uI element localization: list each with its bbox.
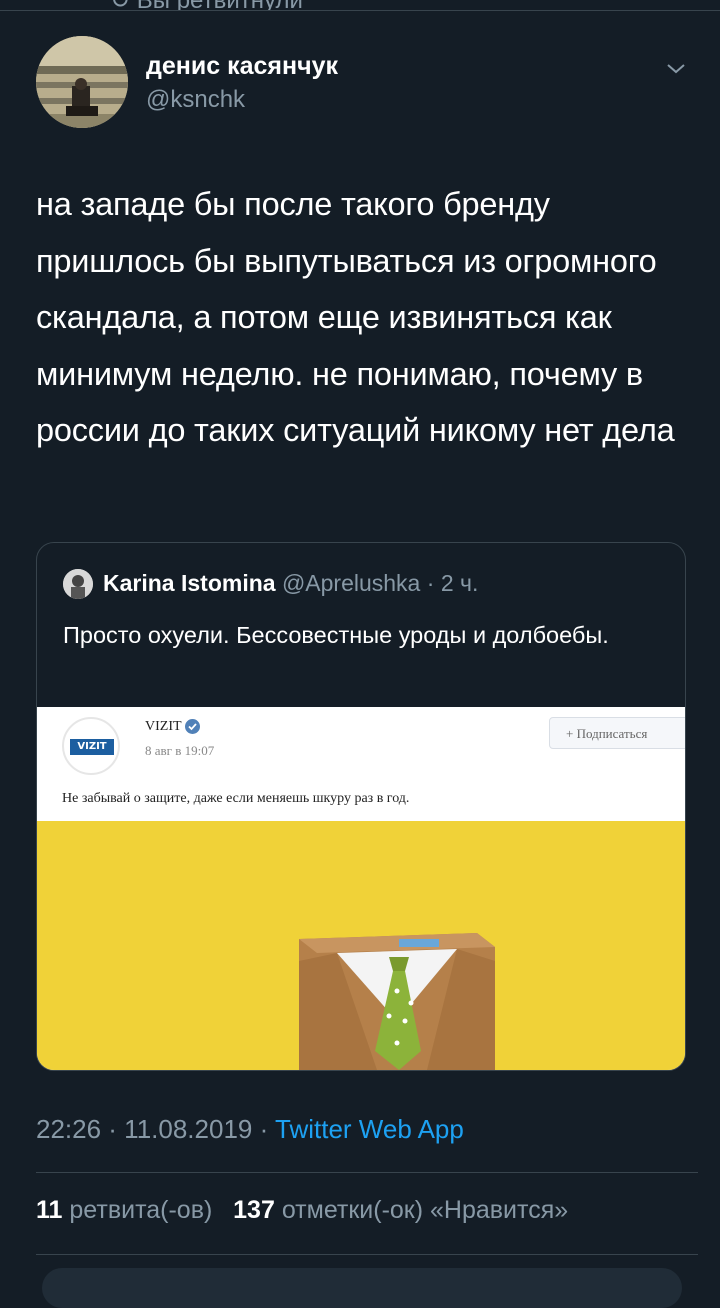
ad-image <box>37 821 685 1070</box>
vk-brand-name: VIZIT <box>145 719 182 734</box>
like-stat[interactable]: 137 отметки(-ок) «Нравится» <box>233 1196 568 1224</box>
divider <box>36 1172 698 1173</box>
likes-label: отметки(-ок) «Нравится» <box>281 1196 569 1224</box>
chevron-down-icon[interactable] <box>664 58 688 78</box>
quoted-media-image[interactable]: VIZIT VIZIT 8 авг в 19:07 + Подписаться … <box>37 707 685 1070</box>
tweet-source-link[interactable]: Twitter Web App <box>275 1114 464 1144</box>
vk-subscribe-button: + Подписаться <box>549 717 685 749</box>
quoted-author-avatar <box>63 569 93 599</box>
vk-post-date: 8 авг в 19:07 <box>145 743 215 758</box>
quoted-author-handle: @Aprelushka <box>281 570 421 596</box>
author-name[interactable]: денис касянчук <box>146 52 338 81</box>
engagement-stats: 11 ретвита(-ов) 137 отметки(-ок) «Нравит… <box>36 1196 568 1225</box>
quoted-tweet[interactable]: Karina Istomina @Aprelushka · 2 ч. Прост… <box>36 542 686 1071</box>
tweet-text: на западе бы после такого бренду пришлос… <box>36 186 675 448</box>
tweet-timestamp[interactable]: 22:26 · 11.08.2019 · <box>36 1114 275 1144</box>
quoted-time: 2 ч. <box>440 570 479 596</box>
verified-check-icon <box>185 719 200 734</box>
vk-post-text: Не забывай о защите, даже если меняешь ш… <box>62 791 410 806</box>
quoted-header: Karina Istomina @Aprelushka · 2 ч. <box>103 570 479 596</box>
vizit-logo: VIZIT <box>62 717 120 775</box>
tweet-meta: 22:26 · 11.08.2019 · Twitter Web App <box>36 1114 464 1145</box>
divider <box>36 1254 698 1255</box>
author-handle[interactable]: @ksnchk <box>146 86 245 114</box>
reply-bar[interactable] <box>42 1268 682 1308</box>
likes-count: 137 <box>233 1196 275 1224</box>
quoted-text: Просто охуели. Бессовестные уроды и долб… <box>63 622 609 648</box>
top-divider <box>0 10 720 11</box>
retweets-label: ретвита(-ов) <box>69 1196 213 1224</box>
retweet-stat[interactable]: 11 ретвита(-ов) <box>36 1196 212 1224</box>
quoted-author-name: Karina Istomina <box>103 570 276 596</box>
vizit-logo-text: VIZIT <box>70 739 114 755</box>
condom-box-tie-icon <box>299 933 495 1070</box>
retweets-count: 11 <box>36 1196 63 1224</box>
retweeted-by-header-cutoff: ↻ Вы ретвитнули <box>0 0 720 10</box>
author-avatar[interactable] <box>36 36 128 128</box>
avatar-photo-icon <box>36 36 128 128</box>
